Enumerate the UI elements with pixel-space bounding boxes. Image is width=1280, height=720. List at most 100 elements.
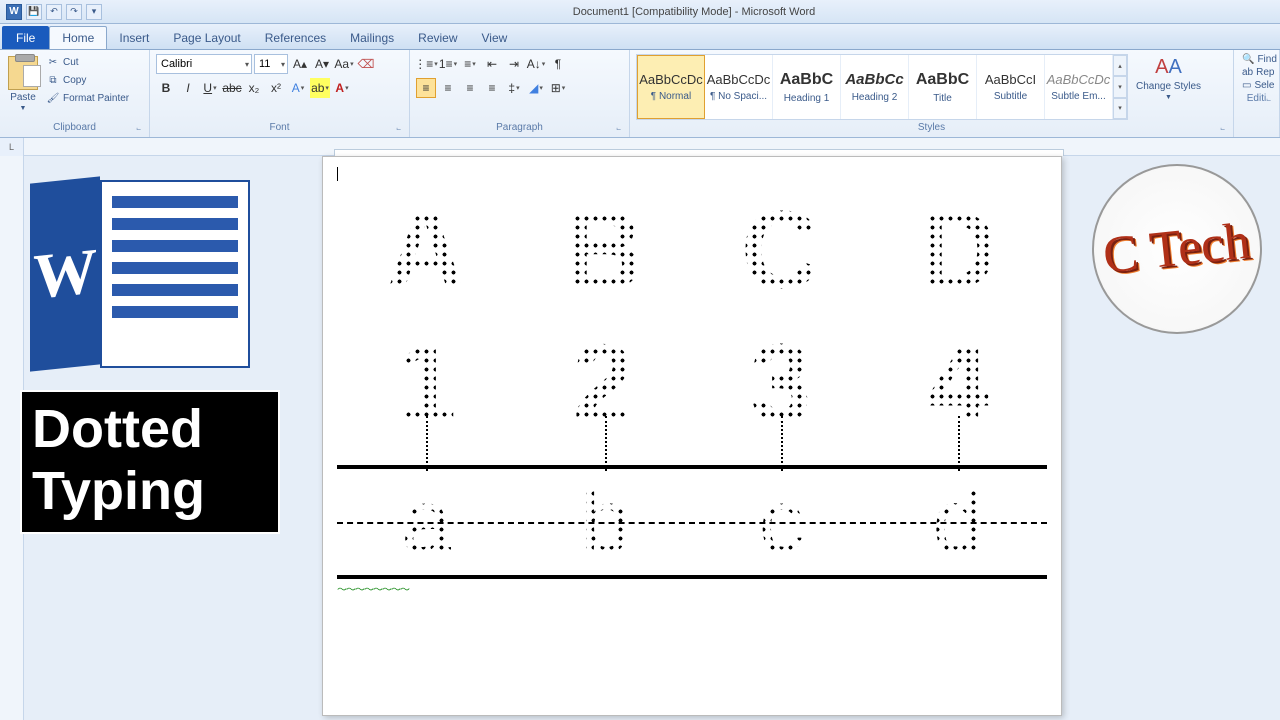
shrink-font-button[interactable]: A▾ [312,54,332,74]
dotted-letter: B [564,187,643,314]
style-heading1[interactable]: AaBbC Heading 1 [773,55,841,119]
clipboard-group-label: Clipboard [6,122,143,135]
style-preview: AaBbCc [845,71,903,88]
style-no-spacing[interactable]: AaBbCcDc¶ No Spaci... [705,55,773,119]
subscript-button[interactable]: x₂ [244,78,264,98]
clear-formatting-button[interactable]: ⌫ [356,54,376,74]
ruler-corner[interactable]: L [0,138,24,156]
change-styles-button[interactable]: AA Change Styles ▼ [1132,54,1205,103]
style-name: Subtitle [994,91,1027,102]
select-label: Sele [1254,80,1274,91]
word-icon: W [6,4,22,20]
tab-page-layout[interactable]: Page Layout [161,26,252,49]
change-styles-icon: AA [1155,56,1182,79]
horizontal-ruler[interactable]: L [0,138,1280,156]
quick-access-toolbar: W 💾 ↶ ↷ ▾ [0,4,108,20]
style-name: Heading 2 [852,92,898,103]
multilevel-button[interactable]: ≡ [460,54,480,74]
superscript-button[interactable]: x² [266,78,286,98]
text-effects-button[interactable]: A [288,78,308,98]
tab-file[interactable]: File [2,26,49,49]
document-page[interactable]: A B C D 1 2 3 4 a b c d ～～～～～～～～ [322,156,1062,716]
paste-label: Paste [10,92,36,103]
styles-gallery: AaBbCcDc¶ Normal AaBbCcDc¶ No Spaci... A… [636,54,1128,120]
increase-indent-button[interactable]: ⇥ [504,54,524,74]
cut-button[interactable]: ✂Cut [44,54,131,70]
title-bar: W 💾 ↶ ↷ ▾ Document1 [Compatibility Mode]… [0,0,1280,24]
style-subtle-emphasis[interactable]: AaBbCcDcSubtle Em... [1045,55,1113,119]
trace-letter: d [933,471,983,574]
font-name-select[interactable]: Calibri [156,54,252,74]
save-button[interactable]: 💾 [26,4,42,20]
italic-button[interactable]: I [178,78,198,98]
format-painter-button[interactable]: 🖌Format Painter [44,90,131,106]
tab-review[interactable]: Review [406,26,469,49]
show-marks-button[interactable]: ¶ [548,54,568,74]
copy-button[interactable]: ⧉Copy [44,72,131,88]
change-case-button[interactable]: Aa [334,54,354,74]
strikethrough-button[interactable]: abc [222,78,242,98]
select-button[interactable]: ▭Sele [1242,80,1271,91]
tab-mailings[interactable]: Mailings [338,26,406,49]
replace-icon: ab [1242,67,1253,78]
ribbon-tabs: File Home Insert Page Layout References … [0,24,1280,50]
bullets-button[interactable]: ⋮≡ [416,54,436,74]
group-clipboard: Paste ▼ ✂Cut ⧉Copy 🖌Format Painter Clipb… [0,50,150,137]
justify-button[interactable]: ≡ [482,78,502,98]
styles-scroll[interactable]: ▴▾▾ [1113,55,1127,119]
channel-badge-text: C Tech [1102,221,1253,278]
tab-view[interactable]: View [470,26,520,49]
editing-group-label: Editi [1240,93,1273,106]
select-icon: ▭ [1242,80,1251,91]
highlight-button[interactable]: ab [310,78,330,98]
tab-references[interactable]: References [253,26,338,49]
find-icon: 🔍 [1242,54,1254,65]
line-spacing-button[interactable]: ‡ [504,78,524,98]
dotted-letter: A [386,187,465,314]
paste-button[interactable]: Paste ▼ [6,54,40,114]
font-color-button[interactable]: A [332,78,352,98]
title-overlay-line1: Dotted [32,398,268,460]
title-overlay-line2: Typing [32,460,268,522]
style-normal[interactable]: AaBbCcDc¶ Normal [637,55,705,119]
font-size-select[interactable]: 11 [254,54,288,74]
change-styles-label: Change Styles [1136,81,1201,92]
word-w-icon: W [30,176,100,371]
dotted-numbers-row: 1 2 3 4 [337,320,1047,447]
style-title[interactable]: AaBbCTitle [909,55,977,119]
decrease-indent-button[interactable]: ⇤ [482,54,502,74]
grow-font-button[interactable]: A▴ [290,54,310,74]
align-center-button[interactable]: ≡ [438,78,458,98]
tab-insert[interactable]: Insert [107,26,161,49]
align-left-button[interactable]: ≡ [416,78,436,98]
undo-button[interactable]: ↶ [46,4,62,20]
group-styles: AaBbCcDc¶ Normal AaBbCcDc¶ No Spaci... A… [630,50,1234,137]
sort-button[interactable]: A↓ [526,54,546,74]
tab-home[interactable]: Home [49,26,107,49]
style-subtitle[interactable]: AaBbCcISubtitle [977,55,1045,119]
style-heading2[interactable]: AaBbCc Heading 2 [841,55,909,119]
dotted-letter: D [919,187,998,314]
title-overlay: Dotted Typing [20,390,280,534]
style-name: Heading 1 [784,93,830,104]
replace-button[interactable]: abRep [1242,67,1271,78]
numbering-button[interactable]: 1≡ [438,54,458,74]
qat-customize[interactable]: ▾ [86,4,102,20]
copy-label: Copy [63,75,86,86]
style-preview: AaBbC [916,71,969,89]
format-painter-label: Format Painter [63,93,129,104]
trace-letter: c [759,471,804,574]
style-preview: AaBbC [780,71,833,89]
borders-button[interactable]: ⊞ [548,78,568,98]
trace-letter: b [580,471,630,574]
style-preview: AaBbCcDc [707,72,771,87]
text-cursor [337,167,338,181]
bold-button[interactable]: B [156,78,176,98]
underline-button[interactable]: U [200,78,220,98]
align-right-button[interactable]: ≡ [460,78,480,98]
find-button[interactable]: 🔍Find [1242,54,1271,65]
redo-button[interactable]: ↷ [66,4,82,20]
dotted-letters-row: A B C D [337,187,1047,314]
shading-button[interactable]: ◢ [526,78,546,98]
paragraph-group-label: Paragraph [416,122,623,135]
